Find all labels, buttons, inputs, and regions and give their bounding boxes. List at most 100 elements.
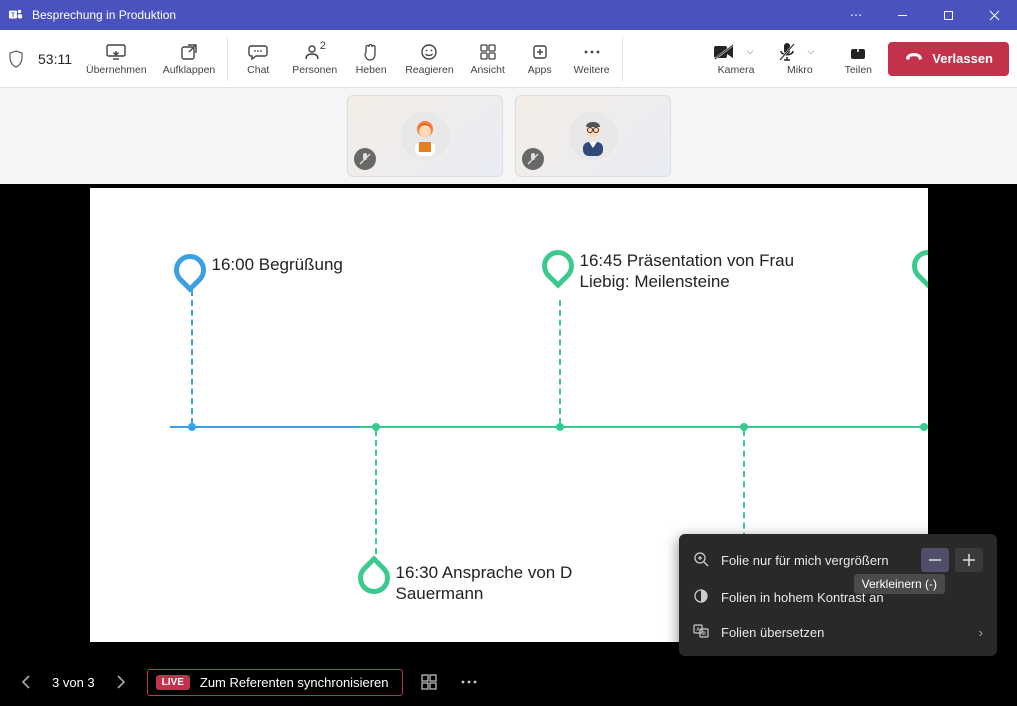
takeover-label: Übernehmen bbox=[86, 64, 147, 76]
timeline-axis bbox=[170, 426, 928, 428]
mic-label: Mikro bbox=[787, 64, 813, 76]
window-titlebar: T Besprechung in Produktion ⋯ bbox=[0, 0, 1017, 30]
contrast-icon bbox=[693, 588, 709, 607]
camera-label: Kamera bbox=[718, 64, 755, 76]
raise-hand-icon bbox=[362, 42, 380, 62]
chat-button[interactable]: Chat bbox=[232, 34, 284, 84]
presentation-stage: 16:00 Begrüßung 16:45 Präsentation von F… bbox=[0, 184, 1017, 706]
view-icon bbox=[479, 42, 497, 62]
timeline-event: 16:30 Ansprache von D Sauermann bbox=[358, 562, 656, 605]
toolbar-divider bbox=[227, 37, 228, 81]
presentation-bottombar: 3 von 3 LIVE Zum Referenten synchronisie… bbox=[0, 658, 1017, 706]
popout-label: Aufklappen bbox=[163, 64, 216, 76]
view-label: Ansicht bbox=[470, 64, 504, 76]
zoom-label: Folie nur für mich vergrößern bbox=[721, 553, 889, 568]
apps-icon bbox=[531, 42, 549, 62]
avatar bbox=[401, 112, 449, 160]
translate-label: Folien übersetzen bbox=[721, 625, 824, 640]
translate-row[interactable]: Aあ Folien übersetzen › bbox=[679, 615, 997, 650]
chat-label: Chat bbox=[247, 64, 269, 76]
mic-off-icon bbox=[779, 42, 795, 62]
grid-view-button[interactable] bbox=[415, 668, 443, 696]
slide-options-popup: Folie nur für mich vergrößern Verkleiner… bbox=[679, 534, 997, 656]
mic-button[interactable]: ⌵ Mikro bbox=[771, 34, 828, 84]
timeline-connector bbox=[191, 290, 193, 424]
window-minimize-button[interactable] bbox=[879, 0, 925, 30]
leave-icon bbox=[904, 51, 924, 66]
avatar bbox=[569, 112, 617, 160]
react-button[interactable]: Reagieren bbox=[397, 34, 461, 84]
timeline-tick bbox=[556, 423, 564, 431]
translate-icon: Aあ bbox=[693, 623, 709, 642]
camera-off-icon bbox=[713, 42, 735, 62]
teams-logo-icon: T bbox=[8, 7, 24, 23]
toolbar-divider bbox=[622, 37, 623, 81]
raise-hand-button[interactable]: Heben bbox=[345, 34, 397, 84]
leave-label: Verlassen bbox=[932, 51, 993, 66]
timeline-event: 16:45 Präsentation von Frau Liebig: Meil… bbox=[542, 250, 840, 293]
event-label: 16:00 Begrüßung bbox=[212, 254, 343, 275]
more-label: Weitere bbox=[574, 64, 610, 76]
window-title: Besprechung in Produktion bbox=[32, 8, 176, 22]
meeting-toolbar: 53:11 Übernehmen Aufklappen Chat 2 Perso… bbox=[0, 30, 1017, 88]
apps-label: Apps bbox=[528, 64, 552, 76]
camera-button[interactable]: ⌵ Kamera bbox=[705, 34, 768, 84]
svg-text:あ: あ bbox=[701, 631, 706, 637]
people-button[interactable]: 2 Personen bbox=[284, 34, 345, 84]
svg-text:T: T bbox=[11, 12, 15, 19]
zoom-in-button[interactable] bbox=[955, 548, 983, 572]
share-icon bbox=[849, 42, 867, 62]
event-label: 16:30 Ansprache von D Sauermann bbox=[396, 562, 656, 605]
timeline-connector bbox=[559, 300, 561, 424]
meeting-timer: 53:11 bbox=[38, 51, 72, 67]
leave-button[interactable]: Verlassen bbox=[888, 42, 1009, 76]
people-icon: 2 bbox=[305, 42, 325, 62]
popout-button[interactable]: Aufklappen bbox=[155, 34, 224, 84]
timeline-event bbox=[912, 250, 928, 282]
mic-caret-button[interactable]: ⌵ bbox=[801, 46, 820, 57]
participant-tile[interactable] bbox=[347, 95, 503, 177]
map-pin-icon bbox=[351, 555, 396, 600]
mic-muted-icon bbox=[354, 148, 376, 170]
zoom-for-me-row[interactable]: Folie nur für mich vergrößern bbox=[679, 540, 997, 580]
more-button[interactable]: Weitere bbox=[566, 34, 618, 84]
event-label: 16:45 Präsentation von Frau Liebig: Meil… bbox=[580, 250, 840, 293]
mic-muted-icon bbox=[522, 148, 544, 170]
timeline-tick bbox=[920, 423, 928, 431]
timeline-tick bbox=[188, 423, 196, 431]
chat-icon bbox=[248, 42, 268, 62]
more-options-button[interactable] bbox=[455, 668, 483, 696]
window-close-button[interactable] bbox=[971, 0, 1017, 30]
people-label: Personen bbox=[292, 64, 337, 76]
view-button[interactable]: Ansicht bbox=[462, 34, 514, 84]
camera-caret-button[interactable]: ⌵ bbox=[741, 46, 760, 57]
timeline-connector bbox=[375, 430, 377, 564]
prev-slide-button[interactable] bbox=[12, 668, 40, 696]
apps-button[interactable]: Apps bbox=[514, 34, 566, 84]
high-contrast-row[interactable]: Folien in hohem Kontrast an bbox=[679, 580, 997, 615]
raise-label: Heben bbox=[356, 64, 387, 76]
sync-label: Zum Referenten synchronisieren bbox=[200, 675, 389, 690]
contrast-label: Folien in hohem Kontrast an bbox=[721, 590, 884, 605]
participants-row bbox=[0, 88, 1017, 184]
takeover-button[interactable]: Übernehmen bbox=[78, 34, 155, 84]
react-label: Reagieren bbox=[405, 64, 453, 76]
participant-tile[interactable] bbox=[515, 95, 671, 177]
map-pin-icon bbox=[905, 243, 928, 288]
window-more-button[interactable]: ⋯ bbox=[833, 0, 879, 30]
map-pin-icon bbox=[167, 247, 212, 292]
people-count: 2 bbox=[320, 40, 326, 52]
window-maximize-button[interactable] bbox=[925, 0, 971, 30]
slide-counter: 3 von 3 bbox=[52, 675, 95, 690]
more-icon bbox=[583, 42, 601, 62]
react-icon bbox=[420, 42, 438, 62]
zoom-out-button[interactable] bbox=[921, 548, 949, 572]
share-button[interactable]: Teilen bbox=[832, 34, 884, 84]
timeline-event: 16:00 Begrüßung bbox=[174, 254, 343, 286]
sync-to-presenter-button[interactable]: LIVE Zum Referenten synchronisieren bbox=[147, 669, 404, 696]
live-badge: LIVE bbox=[156, 675, 190, 690]
map-pin-icon bbox=[535, 243, 580, 288]
popout-icon bbox=[180, 42, 198, 62]
next-slide-button[interactable] bbox=[107, 668, 135, 696]
zoom-icon bbox=[693, 551, 709, 570]
